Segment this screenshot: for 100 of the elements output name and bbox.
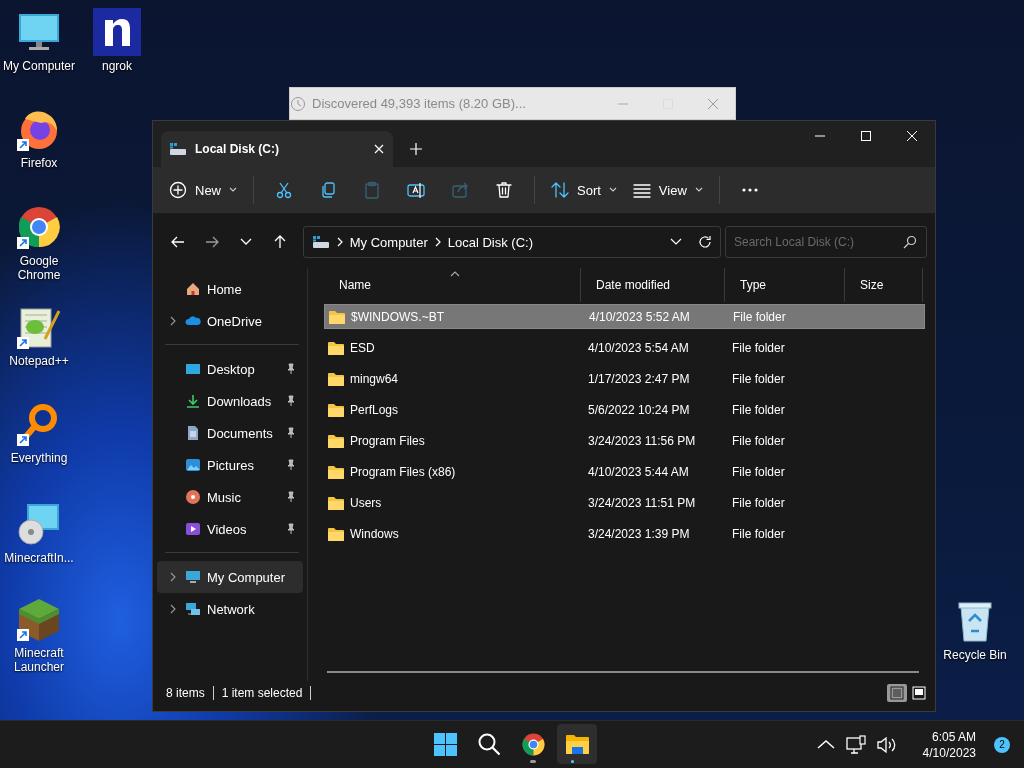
search-field[interactable]: Search Local Disk (C:) [725,226,927,258]
scrollbar[interactable] [327,671,919,673]
notification-badge[interactable]: 2 [994,736,1010,753]
table-cell-text: 3/24/2023 11:56 PM [587,433,697,448]
desktop-shortcut[interactable]: Google Chrome [0,203,78,282]
maximize-icon[interactable] [860,130,872,142]
tiles-view-button[interactable] [909,684,929,702]
file-row[interactable]: Program Files 3/24/2023 11:56 PM File folder [324,428,925,453]
table-cell-text: 4/10/2023 5:54 AM [587,340,690,355]
folder-icon [328,340,344,355]
desktop-shortcut[interactable]: Firefox [0,105,78,170]
drive-icon [169,142,187,156]
table-cell-text: File folder [731,526,786,541]
file-row[interactable]: mingw64 1/17/2023 2:47 PM File folder [324,366,925,391]
details-view-icon [890,686,904,700]
folder-icon [328,371,344,386]
music-icon [185,489,201,505]
status-text: 1 item selected [213,686,312,700]
folder-icon [328,464,344,479]
more-icon [741,188,758,192]
status-text: 8 items [166,686,214,700]
table-cell-text: 4/10/2023 5:44 AM [587,464,690,479]
table-cell-text: 3/24/2023 11:51 PM [587,495,697,510]
file-name: Program Files [350,433,425,448]
column-header[interactable]: Name [324,268,581,302]
refresh-icon[interactable] [698,235,712,249]
folder-icon [329,309,345,324]
clock-time[interactable]: 6:05 AM [931,728,976,745]
nav-item[interactable]: Videos [157,513,303,545]
file-row[interactable]: PerfLogs 5/6/2022 10:24 PM File folder [324,397,925,422]
desktop-shortcut[interactable]: MinecraftIn... [0,500,78,565]
folder-icon [328,402,344,417]
search-icon [476,731,502,757]
table-cell-text: File folder [731,495,786,510]
file-row[interactable]: Users 3/24/2023 11:51 PM File folder [324,490,925,515]
nav-item[interactable]: Documents [157,417,303,449]
dialog-title: Discovered 49,393 items (8.20 GB)... [312,96,527,111]
table-cell-text: File folder [731,402,786,417]
file-name: Program Files (x86) [350,464,456,479]
nav-item[interactable]: My Computer [157,561,303,593]
taskbar-button[interactable] [557,724,597,764]
column-header[interactable]: Date modified [581,268,725,302]
file-name: PerfLogs [350,402,399,417]
chevron-right-icon [433,237,442,247]
new-button[interactable]: New [163,173,243,207]
folder-icon [328,495,344,510]
view-button[interactable]: View [626,173,709,207]
nav-item[interactable]: Home [157,273,303,305]
rename-icon [407,181,425,199]
file-row[interactable]: Windows 3/24/2023 1:39 PM File folder [324,521,925,546]
close-icon[interactable] [906,130,918,142]
desktop-shortcut[interactable]: Recycle Bin [936,597,1014,662]
desktop-icon [185,361,201,377]
nav-item[interactable]: Pictures [157,449,303,481]
folder-icon [328,433,344,448]
share-icon [451,181,469,199]
plus-icon[interactable] [410,143,422,155]
file-row[interactable]: ESD 4/10/2023 5:54 AM File folder [324,335,925,360]
close-icon[interactable] [373,143,385,155]
table-cell-text: 1/17/2023 2:47 PM [587,371,691,386]
address-bar[interactable]: My Computer Local Disk (C:) [302,226,721,258]
up-arrow-icon[interactable] [272,235,287,249]
nav-item[interactable]: OneDrive [157,305,303,337]
column-header[interactable]: Type [725,268,845,302]
nav-item[interactable]: Desktop [157,353,303,385]
picture-icon [185,457,201,473]
nav-item[interactable]: Downloads [157,385,303,417]
desktop-shortcut[interactable]: Everything [0,400,78,465]
chevron-right-icon [335,237,344,247]
back-arrow-icon[interactable] [170,235,185,249]
chevron-down-icon[interactable] [670,238,682,246]
column-header[interactable]: Size [845,268,923,302]
windows-logo-icon [432,731,458,757]
search-icon [903,235,917,249]
nav-item[interactable]: Music [157,481,303,513]
file-row[interactable]: Program Files (x86) 4/10/2023 5:44 AM File folder [324,459,925,484]
window-tab[interactable]: Local Disk (C:) [161,131,393,167]
desktop-shortcut[interactable]: Minecraft Launcher [0,595,78,674]
table-cell-text: 5/6/2022 10:24 PM [587,402,691,417]
lines-icon [632,181,651,199]
video-icon [185,521,201,537]
forward-arrow-icon[interactable] [204,235,219,249]
table-cell-text: File folder [731,464,786,479]
caret-icon [229,187,237,193]
letter-n-logo-icon [93,8,141,56]
drive-icon [311,235,330,249]
breadcrumb-link[interactable]: Local Disk (C:) [447,234,534,250]
sort-caret-icon [450,270,460,278]
desktop-shortcut[interactable]: Notepad++ [0,303,78,368]
network-monitor-icon[interactable] [844,733,867,756]
sort-button[interactable]: Sort [545,173,623,207]
breadcrumb-link[interactable]: My Computer [349,234,428,250]
clock-date[interactable]: 4/10/2023 [922,744,976,761]
table-cell-text: File folder [731,433,786,448]
desktop-shortcut[interactable]: My Computer [0,8,78,73]
desktop-shortcut[interactable]: ngrok [78,8,156,73]
file-row[interactable]: $WINDOWS.~BT 4/10/2023 5:52 AM File folder [324,304,925,329]
nav-item[interactable]: Network [157,593,303,625]
clipboard-icon [363,181,381,199]
table-cell-text: 3/24/2023 1:39 PM [587,526,691,541]
